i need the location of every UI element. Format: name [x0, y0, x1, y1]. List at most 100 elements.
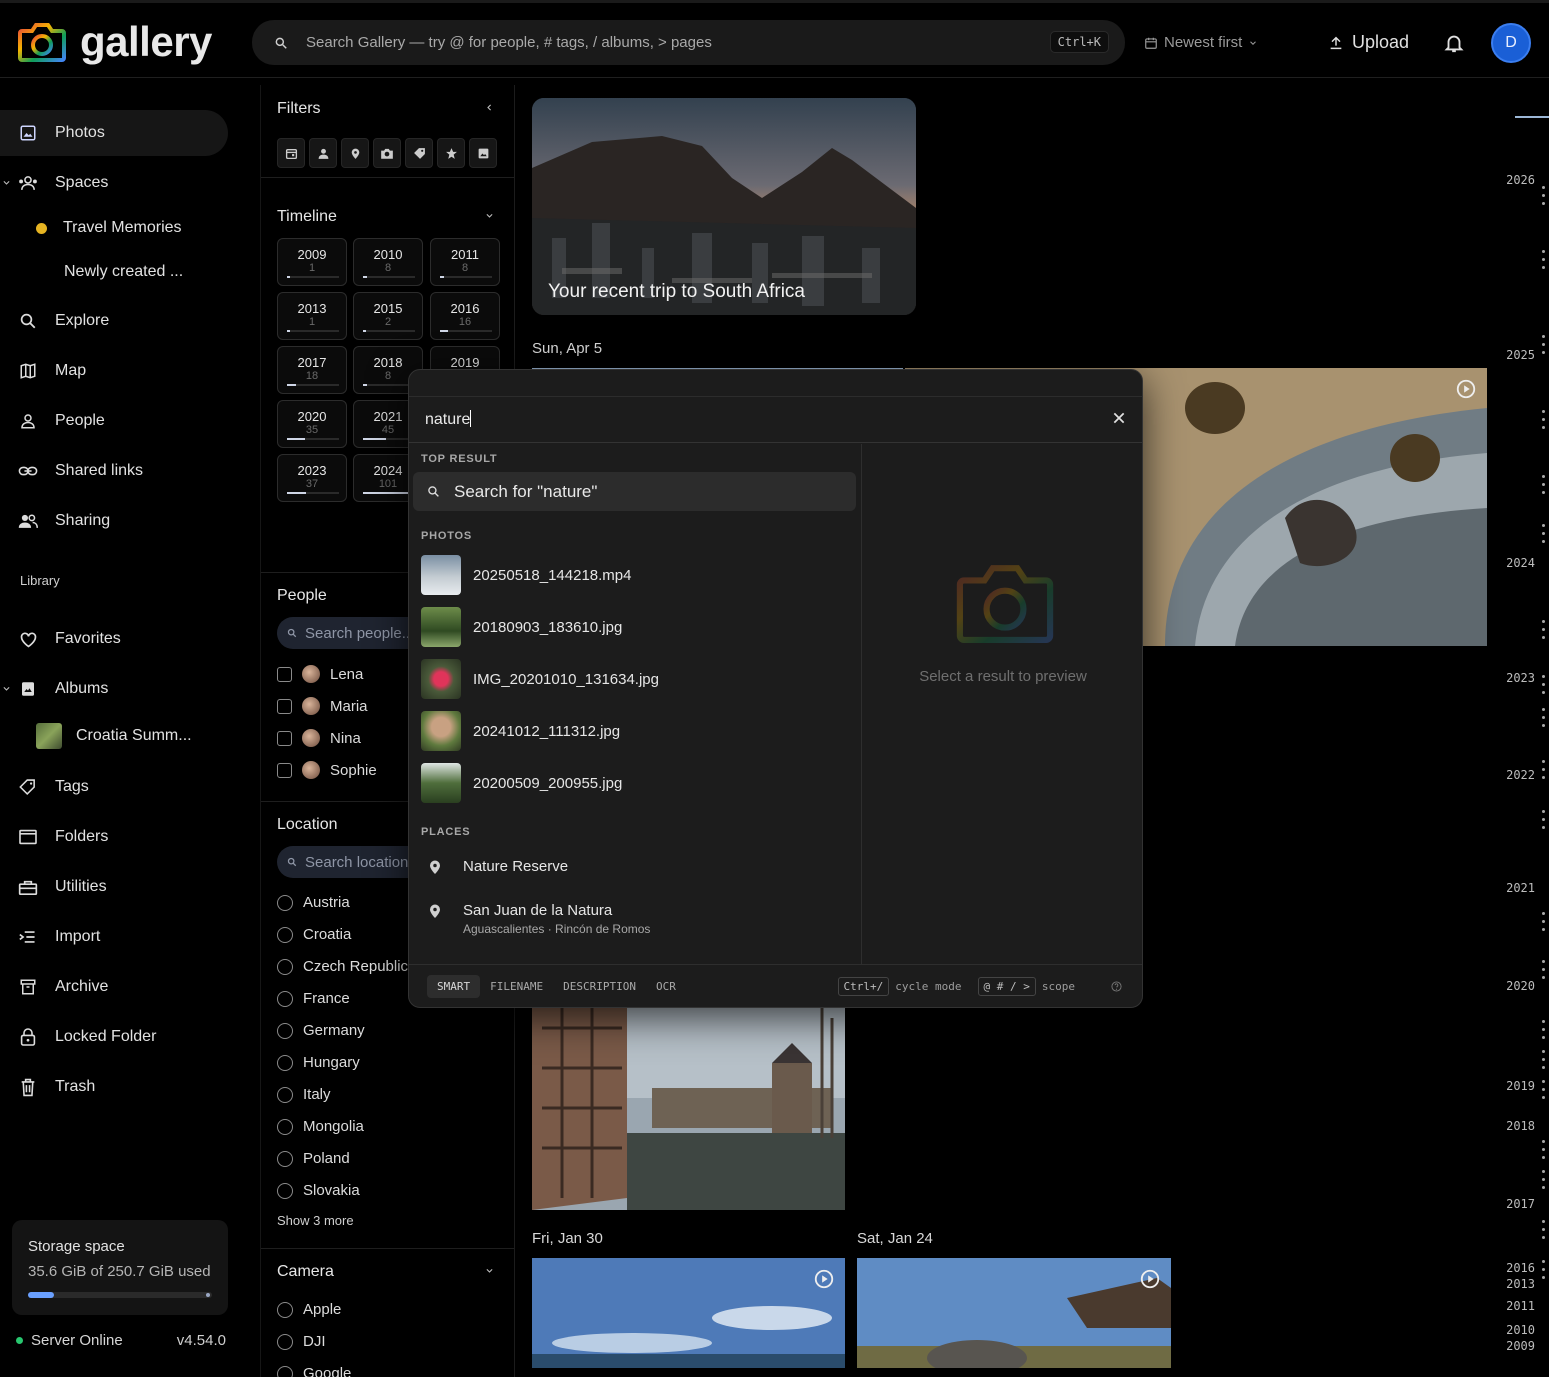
radio[interactable]	[277, 1182, 293, 1199]
location-filter-item[interactable]: Croatia	[277, 926, 351, 943]
people-filter-item[interactable]: Sophie	[277, 761, 377, 779]
memory-card[interactable]: Your recent trip to South Africa	[532, 98, 916, 315]
sidebar-item-archive[interactable]: Archive	[0, 964, 228, 1010]
notifications-bell-icon[interactable]	[1443, 32, 1465, 54]
photo-thumbnail[interactable]	[532, 1008, 845, 1210]
sidebar-item-trash[interactable]: Trash	[0, 1064, 228, 1110]
radio[interactable]	[277, 926, 293, 943]
camera-filter-item[interactable]: DJI	[277, 1333, 326, 1350]
sidebar-item-favorites[interactable]: Favorites	[0, 616, 228, 662]
checkbox[interactable]	[277, 698, 292, 714]
mode-tab-filename[interactable]: FILENAME	[480, 975, 553, 998]
scrubber-year-label[interactable]: 2022	[1506, 768, 1535, 782]
sidebar-item-photos[interactable]: Photos	[0, 110, 228, 156]
photo-result-item[interactable]: IMG_20201010_131634.jpg	[421, 659, 659, 699]
sidebar-item-albums[interactable]: Albums	[0, 666, 228, 712]
mode-tab-smart[interactable]: SMART	[427, 975, 481, 998]
mode-tab-description[interactable]: DESCRIPTION	[553, 975, 646, 998]
place-result-item[interactable]: San Juan de la Natura Aguascalientes · Ri…	[429, 902, 650, 936]
radio[interactable]	[277, 958, 293, 975]
timeline-year-2016[interactable]: 2016 16	[430, 292, 500, 340]
sort-dropdown[interactable]: Newest first	[1144, 34, 1258, 51]
sidebar-item-album-croatia[interactable]: Croatia Summ...	[36, 721, 192, 751]
close-icon[interactable]	[1112, 411, 1126, 425]
timeline-year-2009[interactable]: 2009 1	[277, 238, 347, 286]
scrubber-year-label[interactable]: 2025	[1506, 348, 1535, 362]
upload-button[interactable]: Upload	[1328, 32, 1409, 53]
app-logo[interactable]: gallery	[18, 21, 212, 63]
radio[interactable]	[277, 1118, 293, 1135]
sidebar-item-spaces[interactable]: Spaces	[0, 160, 228, 206]
camera-filter-item[interactable]: Apple	[277, 1301, 341, 1318]
sidebar-item-locked-folder[interactable]: Locked Folder	[0, 1014, 228, 1060]
scrubber-year-label[interactable]: 2017	[1506, 1197, 1535, 1211]
radio[interactable]	[277, 1054, 293, 1071]
scrubber-year-label[interactable]: 2009	[1506, 1339, 1535, 1353]
checkbox[interactable]	[277, 762, 292, 778]
timeline-year-2011[interactable]: 2011 8	[430, 238, 500, 286]
timeline-year-2013[interactable]: 2013 1	[277, 292, 347, 340]
sidebar-item-travel-memories[interactable]: Travel Memories	[36, 213, 182, 243]
radio[interactable]	[277, 1301, 293, 1318]
timeline-year-2023[interactable]: 2023 37	[277, 454, 347, 502]
scrubber-year-label[interactable]: 2013	[1506, 1277, 1535, 1291]
location-filter-item[interactable]: Poland	[277, 1150, 350, 1167]
radio[interactable]	[277, 1333, 293, 1350]
location-filter-item[interactable]: Hungary	[277, 1054, 360, 1071]
radio[interactable]	[277, 1022, 293, 1039]
photo-thumbnail[interactable]	[532, 1258, 845, 1368]
chevron-down-icon[interactable]	[485, 211, 494, 220]
radio[interactable]	[277, 990, 293, 1007]
checkbox[interactable]	[277, 666, 292, 682]
timeline-scrubber[interactable]: 2026 2025 2024 2023 2022 2021 2020 2019 2018 2017…	[1490, 80, 1549, 1377]
location-filter-item[interactable]: Germany	[277, 1022, 365, 1039]
location-filter-item[interactable]: Slovakia	[277, 1182, 360, 1199]
tag-filter-icon[interactable]	[405, 138, 433, 168]
help-icon[interactable]	[1111, 981, 1122, 992]
sidebar-item-people[interactable]: People	[0, 398, 228, 444]
photo-result-item[interactable]: 20180903_183610.jpg	[421, 607, 622, 647]
chevron-down-icon[interactable]	[2, 178, 11, 187]
scrubber-year-label[interactable]: 2023	[1506, 671, 1535, 685]
scrubber-year-label[interactable]: 2016	[1506, 1261, 1535, 1275]
timeline-year-2010[interactable]: 2010 8	[353, 238, 423, 286]
camera-filter-item[interactable]: Google	[277, 1365, 351, 1377]
scrubber-year-label[interactable]: 2011	[1506, 1299, 1535, 1313]
global-search-bar[interactable]: Search Gallery — try @ for people, # tag…	[252, 20, 1125, 65]
location-filter-item[interactable]: Austria	[277, 894, 350, 911]
scrubber-year-label[interactable]: 2010	[1506, 1323, 1535, 1337]
timeline-year-2017[interactable]: 2017 18	[277, 346, 347, 394]
chevron-down-icon[interactable]	[2, 684, 11, 693]
image-filter-icon[interactable]	[469, 138, 497, 168]
show-more-locations-link[interactable]: Show 3 more	[277, 1213, 354, 1228]
mode-tab-ocr[interactable]: OCR	[646, 975, 686, 998]
location-filter-item[interactable]: Italy	[277, 1086, 331, 1103]
camera-filter-icon[interactable]	[373, 138, 401, 168]
collapse-filters-chevron-left-icon[interactable]	[485, 103, 494, 112]
scrubber-year-label[interactable]: 2018	[1506, 1119, 1535, 1133]
photo-result-item[interactable]: 20241012_111312.jpg	[421, 711, 620, 751]
search-dialog-input[interactable]: nature	[409, 396, 1142, 443]
radio[interactable]	[277, 1150, 293, 1167]
scrubber-year-label[interactable]: 2024	[1506, 556, 1535, 570]
sidebar-item-utilities[interactable]: Utilities	[0, 864, 228, 910]
calendar-filter-icon[interactable]	[277, 138, 305, 168]
photo-thumbnail[interactable]	[857, 1258, 1171, 1368]
people-filter-item[interactable]: Maria	[277, 697, 368, 715]
people-filter-item[interactable]: Nina	[277, 729, 361, 747]
sidebar-item-import[interactable]: Import	[0, 914, 228, 960]
photo-result-item[interactable]: 20200509_200955.jpg	[421, 763, 622, 803]
location-filter-item[interactable]: Czech Republic	[277, 958, 408, 975]
user-avatar[interactable]: D	[1491, 23, 1531, 63]
timeline-year-2015[interactable]: 2015 2	[353, 292, 423, 340]
sidebar-item-newly-created[interactable]: Newly created ...	[64, 257, 183, 287]
location-filter-item[interactable]: France	[277, 990, 350, 1007]
sidebar-item-shared-links[interactable]: Shared links	[0, 448, 228, 494]
sidebar-item-map[interactable]: Map	[0, 348, 228, 394]
location-filter-item[interactable]: Mongolia	[277, 1118, 364, 1135]
timeline-year-2020[interactable]: 2020 35	[277, 400, 347, 448]
top-result-search-item[interactable]: Search for "nature"	[413, 472, 856, 511]
photo-result-item[interactable]: 20250518_144218.mp4	[421, 555, 631, 595]
radio[interactable]	[277, 1086, 293, 1103]
scrubber-year-label[interactable]: 2020	[1506, 979, 1535, 993]
